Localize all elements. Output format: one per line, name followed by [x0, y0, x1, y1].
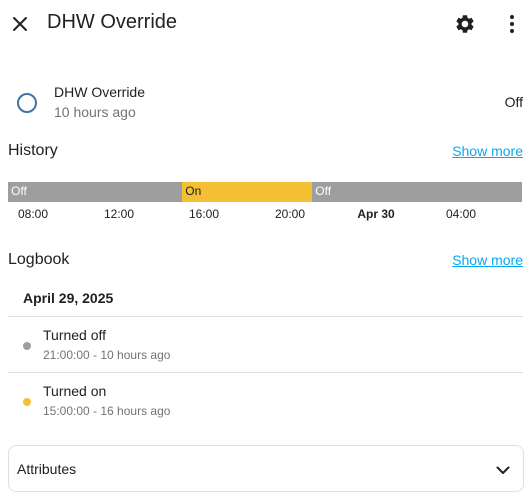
- axis-tick-label: 04:00: [445, 207, 477, 221]
- logbook-entry[interactable]: [8, 373, 523, 429]
- logbook-entry-message: Turned on: [43, 383, 107, 399]
- dialog-header: DHW Override: [0, 0, 532, 48]
- history-timeline: Off On Off: [8, 182, 522, 202]
- settings-button[interactable]: [451, 10, 479, 38]
- axis-tick-label: 20:00: [274, 207, 306, 221]
- state-dot-icon: [23, 342, 31, 350]
- attributes-expander[interactable]: Attributes: [8, 445, 524, 492]
- history-title: History: [8, 142, 58, 159]
- logbook-show-more-link[interactable]: Show more: [452, 252, 523, 268]
- state-circle-icon: [17, 93, 37, 113]
- timeline-segment-off[interactable]: Off: [312, 182, 522, 202]
- axis-tick-label: 12:00: [103, 207, 135, 221]
- more-options-button[interactable]: [498, 10, 526, 38]
- axis-tick-label: 08:00: [17, 207, 49, 221]
- timeline-segment-off[interactable]: Off: [8, 182, 183, 202]
- entity-name: DHW Override: [54, 84, 146, 100]
- logbook-entry-message: Turned off: [43, 327, 107, 343]
- logbook-title: Logbook: [8, 251, 70, 268]
- close-button[interactable]: [6, 10, 34, 38]
- close-icon: [13, 17, 27, 31]
- logbook-entry-time: 15:00:00 - 16 hours ago: [43, 404, 171, 418]
- entity-state-value: Off: [504, 94, 523, 110]
- logbook-date-header: April 29, 2025: [23, 290, 114, 306]
- axis-tick-label: Apr 30: [357, 207, 395, 221]
- dialog-title: DHW Override: [47, 11, 178, 33]
- more-vertical-icon: [510, 15, 514, 33]
- entity-last-changed: 10 hours ago: [54, 104, 136, 120]
- state-dot-icon: [23, 398, 31, 406]
- history-show-more-link[interactable]: Show more: [452, 143, 523, 159]
- logbook-entry-time: 21:00:00 - 10 hours ago: [43, 348, 171, 362]
- gear-icon: [456, 15, 474, 33]
- timeline-segment-on[interactable]: On: [182, 182, 313, 202]
- axis-tick-label: 16:00: [188, 207, 220, 221]
- attributes-label: Attributes: [17, 461, 77, 477]
- chevron-down-icon: [493, 460, 513, 480]
- logbook-entry[interactable]: [8, 317, 523, 373]
